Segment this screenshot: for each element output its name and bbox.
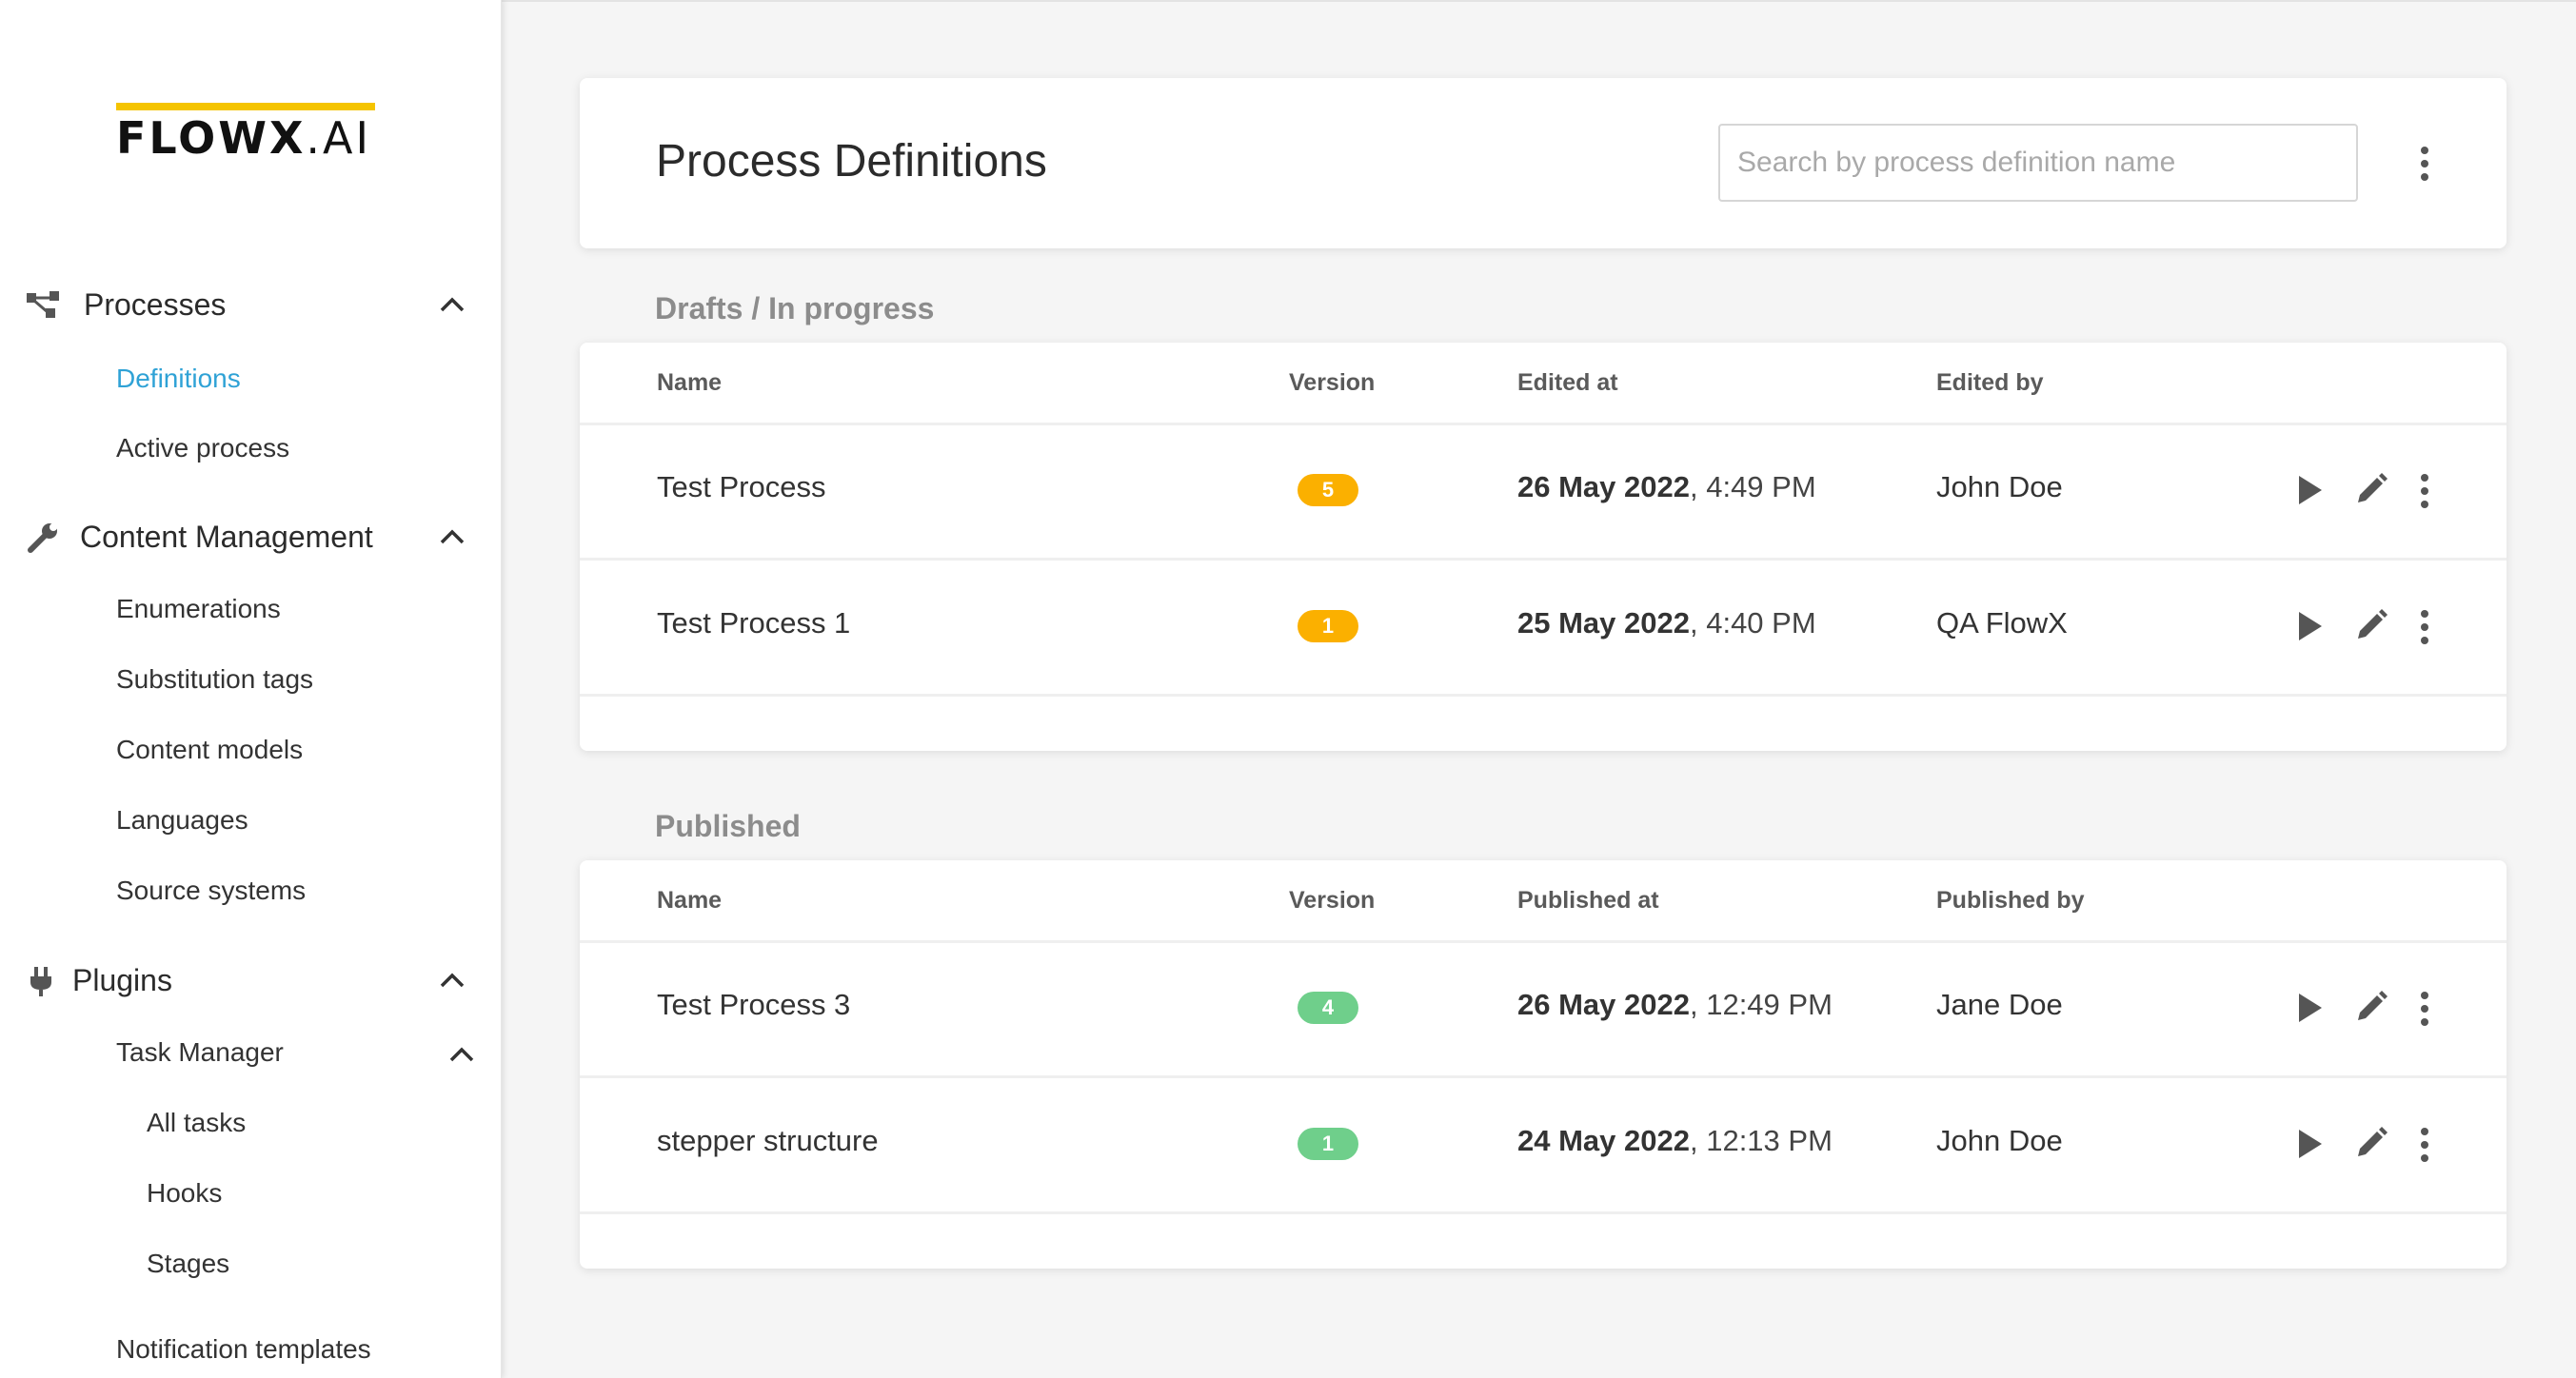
- logo-text: FLOWX: [116, 112, 307, 164]
- column-header-version: Version: [1289, 887, 1376, 914]
- published-by: John Doe: [1936, 1124, 2063, 1157]
- sidebar-item-enumerations[interactable]: Enumerations: [116, 594, 281, 624]
- sidebar-group-label: Plugins: [72, 963, 172, 997]
- process-icon: [27, 291, 59, 318]
- process-name[interactable]: Test Process: [657, 470, 825, 504]
- column-header-version: Version: [1289, 369, 1376, 396]
- edited-by: QA FlowX: [1936, 606, 2068, 640]
- edited-date: 26 May 2022: [1517, 470, 1690, 503]
- published-date: 26 May 2022: [1517, 988, 1690, 1021]
- version-badge: 1: [1298, 1128, 1358, 1160]
- published-at: 26 May 2022, 12:49 PM: [1517, 988, 1833, 1022]
- sidebar-item-substitution-tags[interactable]: Substitution tags: [116, 664, 313, 695]
- version-badge: 1: [1298, 610, 1358, 642]
- edited-at: 26 May 2022, 4:49 PM: [1517, 470, 1816, 504]
- logo-wordmark: FLOWX.AI: [116, 114, 371, 162]
- more-options-icon[interactable]: [2413, 143, 2436, 185]
- published-by: Jane Doe: [1936, 988, 2063, 1021]
- flowx-logo[interactable]: FLOWX.AI: [116, 103, 377, 162]
- wrench-icon: [28, 523, 57, 553]
- row-more-icon[interactable]: [2413, 606, 2436, 648]
- sidebar-item-languages[interactable]: Languages: [116, 805, 248, 836]
- published-table: Name Version Published at Published by T…: [580, 860, 2507, 1269]
- column-header-published-at: Published at: [1517, 887, 1659, 914]
- row-more-icon[interactable]: [2413, 1124, 2436, 1166]
- page-header: Process Definitions: [580, 78, 2507, 248]
- sidebar-item-definitions[interactable]: Definitions: [116, 364, 241, 394]
- sidebar: FLOWX.AI Processes Definitions Active pr…: [0, 0, 502, 1378]
- edited-date: 25 May 2022: [1517, 606, 1690, 640]
- logo-accent-bar: [116, 103, 375, 110]
- section-title-published: Published: [655, 809, 801, 843]
- process-name[interactable]: stepper structure: [657, 1124, 879, 1158]
- play-icon[interactable]: [2299, 1130, 2322, 1158]
- sidebar-group-processes[interactable]: Processes: [0, 276, 501, 333]
- table-header: Name Version Published at Published by: [580, 860, 2507, 943]
- sidebar-item-task-manager[interactable]: Task Manager: [116, 1037, 284, 1068]
- edited-time: , 4:49 PM: [1689, 470, 1816, 503]
- table-header: Name Version Edited at Edited by: [580, 343, 2507, 425]
- sidebar-group-content-management[interactable]: Content Management: [0, 508, 501, 565]
- edit-icon[interactable]: [2352, 470, 2390, 508]
- column-header-name: Name: [657, 887, 723, 914]
- sidebar-group-label: Content Management: [80, 520, 373, 554]
- sidebar-group-plugins[interactable]: Plugins: [0, 952, 501, 1009]
- chevron-up-icon[interactable]: [438, 295, 466, 314]
- process-name[interactable]: Test Process 3: [657, 988, 850, 1022]
- page-title: Process Definitions: [656, 136, 1047, 187]
- published-time: , 12:13 PM: [1689, 1124, 1833, 1157]
- table-row[interactable]: Test Process 1 1 25 May 2022, 4:40 PM QA…: [580, 559, 2507, 697]
- play-icon[interactable]: [2299, 476, 2322, 504]
- logo-suffix: .AI: [306, 112, 372, 164]
- play-icon[interactable]: [2299, 994, 2322, 1022]
- edit-icon[interactable]: [2352, 606, 2390, 644]
- sidebar-item-stages[interactable]: Stages: [147, 1249, 229, 1279]
- table-row[interactable]: Test Process 3 4 26 May 2022, 12:49 PM J…: [580, 940, 2507, 1078]
- sidebar-item-active-process[interactable]: Active process: [116, 433, 289, 463]
- play-icon[interactable]: [2299, 612, 2322, 640]
- column-header-edited-at: Edited at: [1517, 369, 1618, 396]
- column-header-edited-by: Edited by: [1936, 369, 2044, 396]
- edit-icon[interactable]: [2352, 1124, 2390, 1162]
- published-at: 24 May 2022, 12:13 PM: [1517, 1124, 1833, 1158]
- column-header-published-by: Published by: [1936, 887, 2085, 914]
- sidebar-item-hooks[interactable]: Hooks: [147, 1178, 222, 1209]
- row-more-icon[interactable]: [2413, 470, 2436, 512]
- section-title-drafts: Drafts / In progress: [655, 291, 935, 325]
- plug-icon: [30, 967, 51, 996]
- row-more-icon[interactable]: [2413, 988, 2436, 1030]
- table-row[interactable]: Test Process 5 26 May 2022, 4:49 PM John…: [580, 423, 2507, 561]
- edited-time: , 4:40 PM: [1689, 606, 1816, 640]
- chevron-up-icon[interactable]: [438, 527, 466, 546]
- sidebar-item-all-tasks[interactable]: All tasks: [147, 1108, 246, 1138]
- version-badge: 4: [1298, 992, 1358, 1024]
- published-time: , 12:49 PM: [1689, 988, 1833, 1021]
- edited-at: 25 May 2022, 4:40 PM: [1517, 606, 1816, 640]
- sidebar-item-source-systems[interactable]: Source systems: [116, 876, 306, 906]
- sidebar-item-notification-templates[interactable]: Notification templates: [116, 1334, 371, 1365]
- edited-by: John Doe: [1936, 470, 2063, 503]
- sidebar-item-content-models[interactable]: Content models: [116, 735, 303, 765]
- table-row[interactable]: stepper structure 1 24 May 2022, 12:13 P…: [580, 1076, 2507, 1214]
- search-input[interactable]: [1718, 124, 2358, 202]
- published-date: 24 May 2022: [1517, 1124, 1690, 1157]
- drafts-table: Name Version Edited at Edited by Test Pr…: [580, 343, 2507, 751]
- version-badge: 5: [1298, 474, 1358, 506]
- column-header-name: Name: [657, 369, 723, 396]
- sidebar-group-label: Processes: [84, 287, 227, 322]
- edit-icon[interactable]: [2352, 988, 2390, 1026]
- chevron-up-icon[interactable]: [447, 1045, 476, 1064]
- chevron-up-icon[interactable]: [438, 971, 466, 990]
- process-name[interactable]: Test Process 1: [657, 606, 850, 640]
